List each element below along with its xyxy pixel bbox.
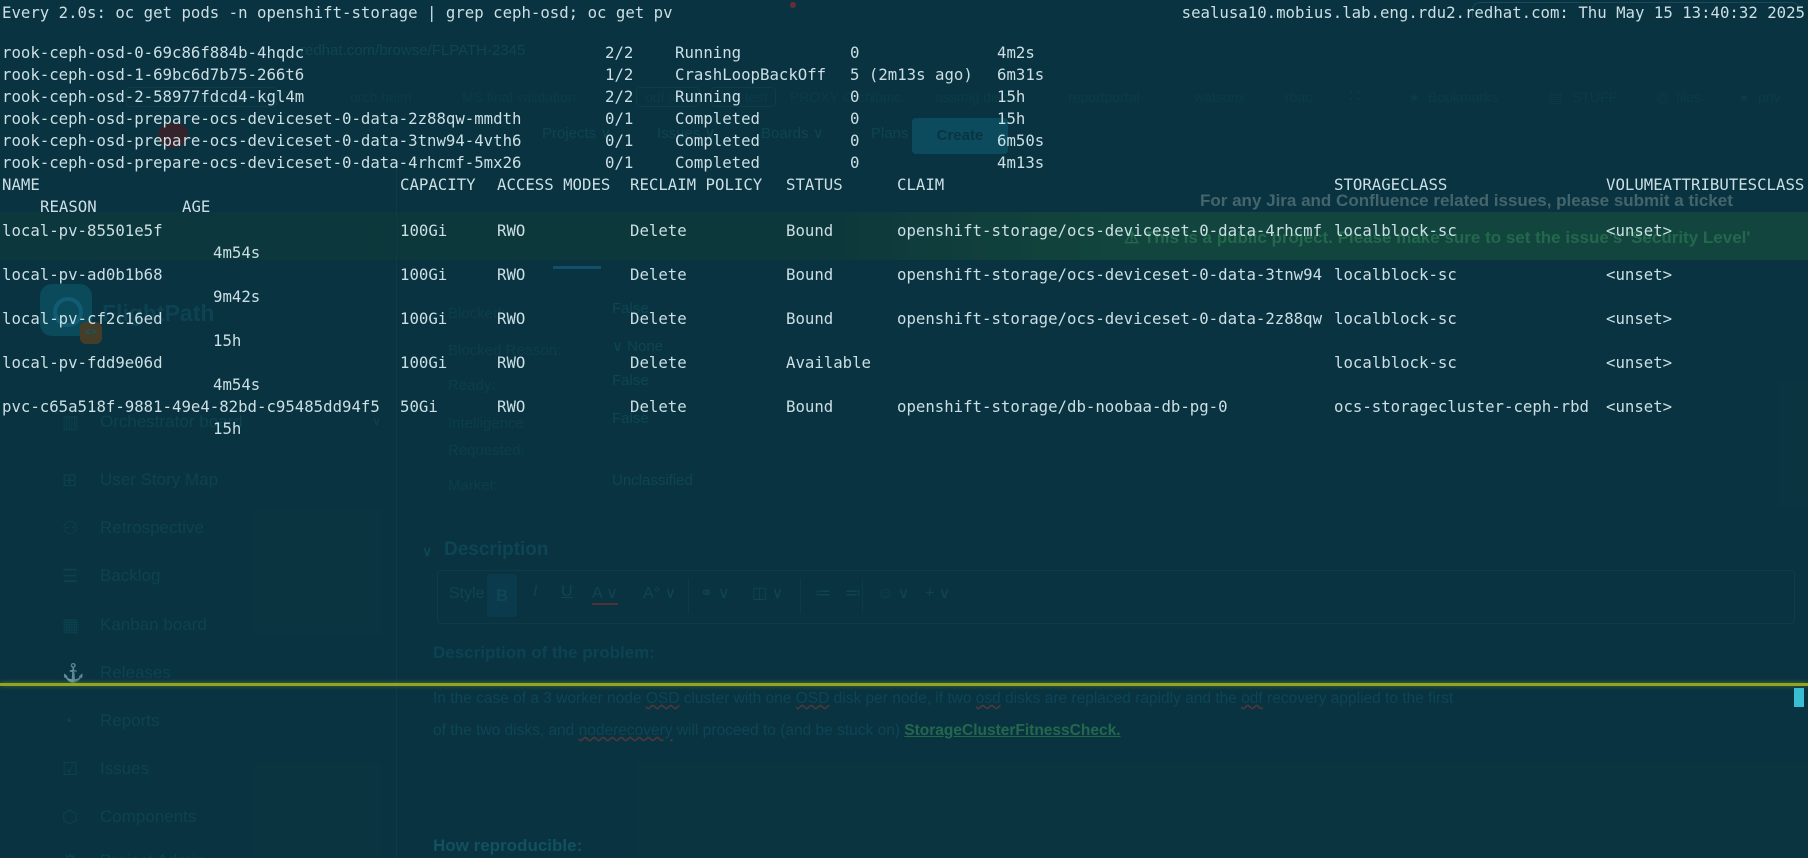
pv-capacity: 100Gi	[400, 221, 448, 240]
pv-name: local-pv-fdd9e06d	[2, 353, 163, 372]
pv-status: Bound	[786, 397, 834, 416]
pod-ready: 2/2	[605, 43, 634, 62]
pv-claim: openshift-storage/ocs-deviceset-0-data-2…	[897, 309, 1323, 328]
pod-status: Completed	[675, 153, 761, 172]
pv-claim: openshift-storage/ocs-deviceset-0-data-4…	[897, 221, 1323, 240]
pv-claim: openshift-storage/ocs-deviceset-0-data-3…	[897, 265, 1323, 284]
pv-volumeattributesclass: <unset>	[1606, 309, 1673, 328]
pv-header: NAME	[2, 175, 40, 194]
pod-name: rook-ceph-osd-prepare-ocs-deviceset-0-da…	[2, 131, 522, 150]
pv-storageclass: localblock-sc	[1334, 309, 1457, 328]
pv-storageclass: localblock-sc	[1334, 221, 1457, 240]
pv-status: Bound	[786, 265, 834, 284]
pv-name: local-pv-85501e5f	[2, 221, 163, 240]
pod-restarts: 0	[850, 43, 860, 62]
pv-storageclass: ocs-storagecluster-ceph-rbd	[1334, 397, 1590, 416]
terminal-cursor	[1794, 688, 1804, 707]
pv-access: RWO	[497, 221, 526, 240]
pod-status: Running	[675, 43, 742, 62]
pod-age: 6m50s	[997, 131, 1045, 150]
pv-status: Available	[786, 353, 872, 372]
pod-name: rook-ceph-osd-prepare-ocs-deviceset-0-da…	[2, 109, 522, 128]
pv-claim: openshift-storage/db-noobaa-db-pg-0	[897, 397, 1228, 416]
terminal-window-bottom[interactable]: Every 2.0s: oc get noderecovery sealusa1…	[0, 686, 1808, 858]
watch-command: Every 2.0s: oc get pods -n openshift-sto…	[2, 3, 673, 22]
pv-header: CAPACITY	[400, 175, 476, 194]
pv-age: 15h	[213, 331, 242, 350]
pv-reclaim: Delete	[630, 221, 687, 240]
pod-ready: 1/2	[605, 65, 634, 84]
pv-name: pvc-c65a518f-9881-49e4-82bd-c95485dd94f5	[2, 397, 380, 416]
pod-restarts: 0	[850, 131, 860, 150]
pv-status: Bound	[786, 309, 834, 328]
watch-host-time: sealusa10.mobius.lab.eng.rdu2.redhat.com…	[1181, 3, 1805, 22]
pv-access: RWO	[497, 397, 526, 416]
pod-restarts: 0	[850, 87, 860, 106]
pod-status: Completed	[675, 131, 761, 150]
pod-name: rook-ceph-osd-prepare-ocs-deviceset-0-da…	[2, 153, 522, 172]
pod-restarts: 0	[850, 153, 860, 172]
pod-age: 4m13s	[997, 153, 1045, 172]
pv-name: local-pv-ad0b1b68	[2, 265, 163, 284]
terminal-window-top[interactable]: Every 2.0s: oc get pods -n openshift-sto…	[0, 0, 1808, 684]
pv-volumeattributesclass: <unset>	[1606, 221, 1673, 240]
pv-header: CLAIM	[897, 175, 945, 194]
pv-capacity: 100Gi	[400, 309, 448, 328]
pv-header-reason: REASON	[40, 197, 97, 216]
pv-age: 4m54s	[213, 375, 261, 394]
pv-header: ACCESS MODES	[497, 175, 611, 194]
pv-access: RWO	[497, 265, 526, 284]
pod-age: 15h	[997, 109, 1026, 128]
pod-ready: 0/1	[605, 153, 634, 172]
pv-storageclass: localblock-sc	[1334, 353, 1457, 372]
pv-volumeattributesclass: <unset>	[1606, 265, 1673, 284]
pv-volumeattributesclass: <unset>	[1606, 353, 1673, 372]
pod-status: Running	[675, 87, 742, 106]
pod-name: rook-ceph-osd-0-69c86f884b-4hqdc	[2, 43, 305, 62]
pv-storageclass: localblock-sc	[1334, 265, 1457, 284]
screen: redhat.com/browse/FLPATH-2345 demo Prism …	[0, 0, 1808, 858]
pv-header: VOLUMEATTRIBUTESCLASS	[1606, 175, 1805, 194]
pod-age: 4m2s	[997, 43, 1035, 62]
pv-name: local-pv-cf2c16ed	[2, 309, 163, 328]
pv-capacity: 50Gi	[400, 397, 438, 416]
pv-header: STATUS	[786, 175, 843, 194]
pod-status: Completed	[675, 109, 761, 128]
pv-status: Bound	[786, 221, 834, 240]
pod-ready: 0/1	[605, 109, 634, 128]
pv-capacity: 100Gi	[400, 353, 448, 372]
pv-reclaim: Delete	[630, 397, 687, 416]
pv-age: 4m54s	[213, 243, 261, 262]
pod-ready: 0/1	[605, 131, 634, 150]
pv-header: STORAGECLASS	[1334, 175, 1448, 194]
pv-age: 9m42s	[213, 287, 261, 306]
pod-restarts: 0	[850, 109, 860, 128]
pv-reclaim: Delete	[630, 309, 687, 328]
pod-age: 6m31s	[997, 65, 1045, 84]
pv-access: RWO	[497, 353, 526, 372]
pv-access: RWO	[497, 309, 526, 328]
pv-reclaim: Delete	[630, 265, 687, 284]
pv-capacity: 100Gi	[400, 265, 448, 284]
pod-name: rook-ceph-osd-2-58977fdcd4-kgl4m	[2, 87, 305, 106]
pod-restarts: 5 (2m13s ago)	[850, 65, 973, 84]
pod-status: CrashLoopBackOff	[675, 65, 827, 84]
pod-ready: 2/2	[605, 87, 634, 106]
pv-reclaim: Delete	[630, 353, 687, 372]
pod-age: 15h	[997, 87, 1026, 106]
pod-name: rook-ceph-osd-1-69bc6d7b75-266t6	[2, 65, 305, 84]
pv-volumeattributesclass: <unset>	[1606, 397, 1673, 416]
pv-age: 15h	[213, 419, 242, 438]
pv-header: RECLAIM POLICY	[630, 175, 763, 194]
pv-header-age: AGE	[182, 197, 211, 216]
